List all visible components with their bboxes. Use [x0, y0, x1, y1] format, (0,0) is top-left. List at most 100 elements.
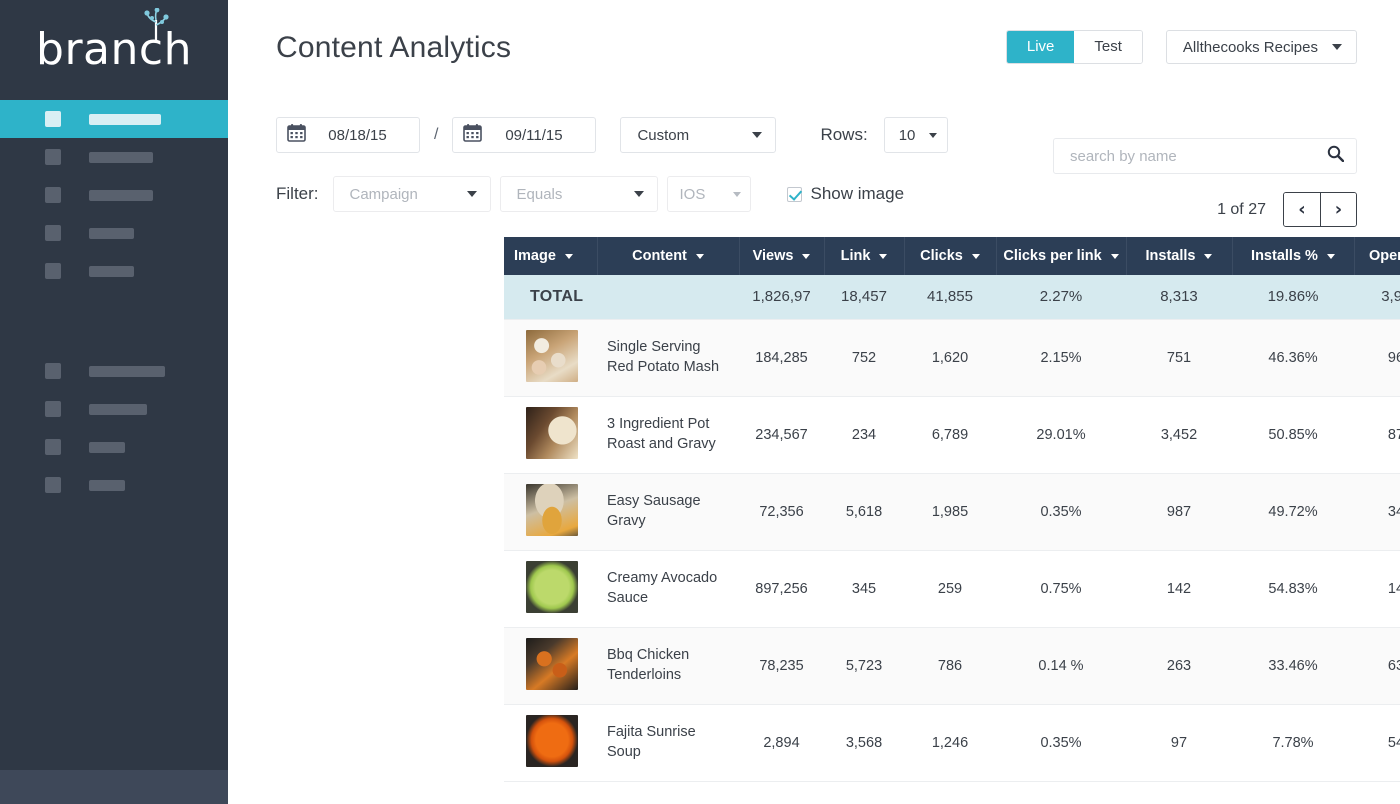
column-header-installs[interactable]: Installs — [1126, 237, 1233, 275]
chevron-down-icon[interactable] — [1110, 253, 1119, 259]
chevron-down-icon — [1332, 44, 1342, 50]
table-row[interactable]: Bbq Chicken Tenderloins 78,235 5,723 786… — [504, 627, 1400, 705]
date-range-preset-value: Custom — [637, 126, 690, 144]
chevron-down-icon[interactable] — [971, 253, 980, 259]
row-image-cell — [504, 319, 597, 397]
env-toggle: Live Test — [1005, 30, 1143, 64]
sidebar-item-8[interactable] — [0, 466, 228, 504]
row-content: Bbq Chicken Tenderloins — [597, 627, 739, 705]
tab-test[interactable]: Test — [1074, 31, 1142, 63]
calendar-icon — [463, 123, 483, 147]
sidebar-item-5[interactable] — [0, 352, 228, 390]
row-opens: 543 — [1354, 704, 1400, 782]
sidebar-item-icon — [45, 363, 61, 379]
filter-operator-select[interactable]: Equals — [499, 176, 658, 212]
table-row[interactable]: Fajita Sunrise Soup 2,894 3,568 1,246 0.… — [504, 704, 1400, 782]
analytics-table-container: Image Content Views Link Clicks Clicks p… — [504, 237, 1400, 782]
row-image-cell — [504, 396, 597, 474]
sidebar-item-label — [89, 403, 147, 415]
row-content: Creamy Avocado Sauce — [597, 550, 739, 628]
column-header-image[interactable]: Image — [504, 237, 598, 275]
sidebar-item-label — [89, 365, 165, 377]
table-row[interactable]: Single Serving Red Potato Mash 184,285 7… — [504, 319, 1400, 397]
column-header-label: Image — [514, 248, 556, 264]
row-clicks: 1,985 — [904, 473, 996, 551]
filter-field-select[interactable]: Campaign — [332, 176, 491, 212]
sidebar-item-6[interactable] — [0, 390, 228, 428]
sidebar-item-icon — [45, 263, 61, 279]
sidebar-item-1[interactable] — [0, 138, 228, 176]
table-row[interactable]: Creamy Avocado Sauce 897,256 345 259 0.7… — [504, 550, 1400, 628]
sidebar-item-2[interactable] — [0, 176, 228, 214]
column-header-clicks-per-link[interactable]: Clicks per link — [996, 237, 1127, 275]
row-link: 752 — [824, 319, 904, 397]
row-installs-pct: 7.78% — [1232, 704, 1354, 782]
row-clicks-per-link: 0.35% — [996, 473, 1126, 551]
row-content: 3 Ingredient Pot Roast and Gravy — [597, 396, 739, 474]
filter-platform-select[interactable]: IOS — [666, 176, 751, 212]
row-installs: 263 — [1126, 627, 1232, 705]
bbq-chicken-tenderloins-thumbnail — [525, 637, 578, 690]
date-from-field[interactable]: 08/18/15 — [276, 117, 420, 153]
search-box[interactable] — [1053, 138, 1357, 174]
sidebar-footer — [0, 770, 228, 804]
date-to-field[interactable]: 09/11/15 — [452, 117, 597, 153]
pagination: 1 of 27 ‹ › — [1217, 192, 1357, 227]
app-selector[interactable]: Allthecooks Recipes — [1165, 30, 1357, 64]
analytics-table: Image Content Views Link Clicks Clicks p… — [504, 237, 1400, 782]
chevron-left-icon[interactable]: ‹ — [1284, 193, 1320, 226]
column-header-link[interactable]: Link — [824, 237, 905, 275]
column-header-content[interactable]: Content — [597, 237, 740, 275]
row-views: 2,894 — [739, 704, 824, 782]
fajita-sunrise-soup-thumbnail — [525, 714, 578, 767]
column-header-opens[interactable]: Opens — [1354, 237, 1400, 275]
row-views: 897,256 — [739, 550, 824, 628]
total-opens: 3,909 — [1354, 275, 1400, 320]
chevron-right-icon[interactable]: › — [1320, 193, 1356, 226]
calendar-icon — [287, 123, 306, 147]
row-opens: 876 — [1354, 396, 1400, 474]
column-header-label: Installs — [1145, 248, 1196, 264]
sidebar-item-7[interactable] — [0, 428, 228, 466]
table-row[interactable]: Easy Sausage Gravy 72,356 5,618 1,985 0.… — [504, 473, 1400, 551]
search-icon[interactable] — [1327, 145, 1345, 167]
table-row[interactable]: 3 Ingredient Pot Roast and Gravy 234,567… — [504, 396, 1400, 474]
sidebar-item-3[interactable] — [0, 214, 228, 252]
sidebar-item-label — [89, 151, 153, 163]
row-opens: 634 — [1354, 627, 1400, 705]
sidebar-item-icon — [45, 477, 61, 493]
rows-per-page-select[interactable]: 10 — [883, 117, 948, 153]
column-header-views[interactable]: Views — [739, 237, 825, 275]
column-header-clicks[interactable]: Clicks — [904, 237, 997, 275]
show-image-checkbox[interactable] — [786, 186, 802, 202]
date-range-preset-select[interactable]: Custom — [620, 117, 777, 153]
chevron-down-icon — [732, 191, 741, 197]
row-content: Easy Sausage Gravy — [597, 473, 739, 551]
total-installs-pct: 19.86% — [1232, 275, 1354, 320]
sidebar-item-0[interactable] — [0, 100, 228, 138]
tab-live[interactable]: Live — [1006, 31, 1075, 63]
chevron-down-icon[interactable] — [802, 253, 811, 259]
app-selector-value: Allthecooks Recipes — [1182, 38, 1318, 56]
filter-platform-value: IOS — [679, 185, 706, 203]
chevron-down-icon[interactable] — [564, 253, 573, 259]
chevron-down-icon[interactable] — [695, 253, 704, 259]
date-to-value: 09/11/15 — [505, 126, 563, 144]
total-label: TOTAL — [504, 275, 739, 320]
row-installs-pct: 33.46% — [1232, 627, 1354, 705]
filter-operator-value: Equals — [516, 185, 563, 203]
show-image-toggle[interactable]: Show image — [786, 184, 904, 204]
row-opens: 965 — [1354, 319, 1400, 397]
chevron-down-icon[interactable] — [879, 253, 888, 259]
brand-logo[interactable]: branch — [0, 0, 228, 100]
sidebar-item-label — [89, 189, 153, 201]
chevron-down-icon[interactable] — [1204, 253, 1213, 259]
row-clicks-per-link: 0.75% — [996, 550, 1126, 628]
column-header-installs-pct[interactable]: Installs % — [1232, 237, 1355, 275]
sidebar-item-4[interactable] — [0, 252, 228, 290]
row-clicks: 1,246 — [904, 704, 996, 782]
sidebar-item-label — [89, 113, 161, 125]
search-input[interactable] — [1070, 147, 1327, 165]
row-views: 72,356 — [739, 473, 824, 551]
chevron-down-icon[interactable] — [1326, 253, 1335, 259]
